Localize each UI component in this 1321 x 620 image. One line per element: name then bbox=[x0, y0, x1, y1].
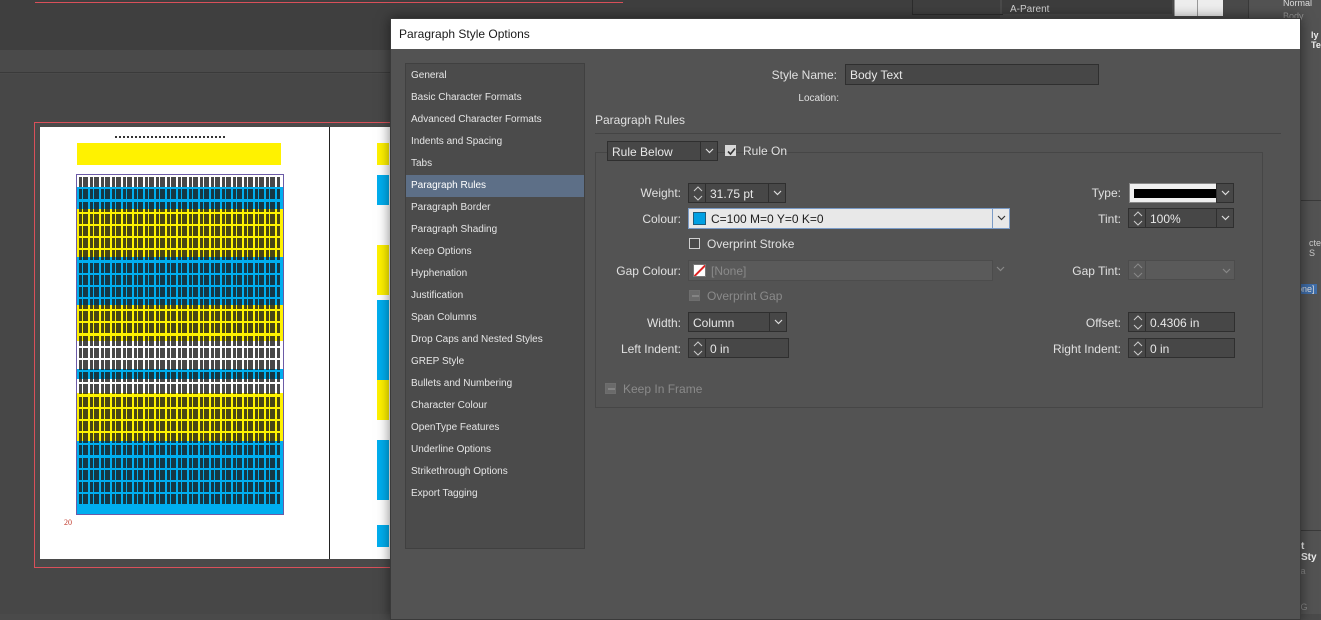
right-indent-stepper[interactable] bbox=[1128, 338, 1146, 358]
panel-heading: cter S bbox=[1309, 238, 1321, 258]
body-text-lines bbox=[79, 175, 281, 505]
tint-stepper[interactable] bbox=[1128, 208, 1146, 228]
category-keep-options[interactable]: Keep Options bbox=[406, 241, 584, 263]
keep-in-frame-label[interactable]: Keep In Frame bbox=[623, 382, 702, 396]
category-tabs[interactable]: Tabs bbox=[406, 153, 584, 175]
category-advanced-character-formats[interactable]: Advanced Character Formats bbox=[406, 109, 584, 131]
chevron-down-icon[interactable] bbox=[992, 260, 1010, 281]
styles-panel-item[interactable]: A-Parent bbox=[1010, 4, 1049, 15]
right-page-highlight bbox=[377, 300, 389, 380]
right-indent-label: Right Indent: bbox=[1052, 342, 1121, 356]
offset-label: Offset: bbox=[1085, 316, 1121, 330]
chevron-down-icon[interactable] bbox=[1216, 208, 1234, 228]
gap-colour-label: Gap Colour: bbox=[616, 264, 681, 278]
category-drop-caps[interactable]: Drop Caps and Nested Styles bbox=[406, 329, 584, 351]
right-page-highlight bbox=[377, 175, 389, 205]
category-paragraph-shading[interactable]: Paragraph Shading bbox=[406, 219, 584, 241]
spread-spine bbox=[329, 127, 330, 559]
styles-panel-swatch bbox=[1174, 0, 1223, 16]
gap-tint-input[interactable] bbox=[1145, 260, 1235, 280]
gap-colour-select[interactable]: [None] bbox=[688, 260, 993, 281]
width-label: Width: bbox=[646, 316, 681, 330]
right-page-highlight bbox=[377, 380, 389, 420]
overprint-stroke-label[interactable]: Overprint Stroke bbox=[707, 237, 794, 251]
type-select[interactable] bbox=[1129, 183, 1217, 203]
chevron-down-icon[interactable] bbox=[769, 312, 787, 332]
colour-select[interactable]: C=100 M=0 Y=0 K=0 bbox=[688, 208, 993, 229]
paragraph-style-options-dialog: Paragraph Style Options General Basic Ch… bbox=[390, 18, 1301, 620]
offset-stepper[interactable] bbox=[1128, 312, 1146, 332]
section-divider bbox=[595, 133, 1281, 134]
weight-stepper[interactable] bbox=[688, 183, 706, 203]
none-swatch-icon bbox=[693, 264, 706, 277]
category-underline-options[interactable]: Underline Options bbox=[406, 439, 584, 461]
dialog-titlebar[interactable]: Paragraph Style Options bbox=[391, 19, 1300, 49]
right-indent-input[interactable]: 0 in bbox=[1145, 338, 1235, 358]
category-paragraph-rules[interactable]: Paragraph Rules bbox=[406, 175, 584, 197]
rule-on-label[interactable]: Rule On bbox=[743, 144, 787, 158]
gap-tint-stepper[interactable] bbox=[1128, 260, 1146, 280]
colour-label: Colour: bbox=[642, 212, 681, 226]
panel-heading: t Sty bbox=[1301, 541, 1317, 563]
category-grep-style[interactable]: GREP Style bbox=[406, 351, 584, 373]
colour-value: C=100 M=0 Y=0 K=0 bbox=[711, 212, 824, 226]
rule-select[interactable]: Rule Below bbox=[607, 141, 701, 161]
category-paragraph-border[interactable]: Paragraph Border bbox=[406, 197, 584, 219]
body-text-frame[interactable] bbox=[76, 174, 284, 515]
rule-on-checkbox[interactable] bbox=[725, 145, 736, 156]
gap-colour-value: [None] bbox=[711, 264, 747, 278]
width-select[interactable]: Column bbox=[688, 312, 770, 332]
right-page-highlight bbox=[377, 143, 389, 165]
category-bullets-and-numbering[interactable]: Bullets and Numbering bbox=[406, 373, 584, 395]
chevron-down-icon[interactable] bbox=[992, 208, 1010, 229]
location-label: Location: bbox=[798, 93, 839, 104]
panel-edge bbox=[912, 0, 1003, 15]
section-title: Paragraph Rules bbox=[595, 113, 686, 127]
keep-in-frame-checkbox[interactable] bbox=[605, 383, 616, 394]
category-justification[interactable]: Justification bbox=[406, 285, 584, 307]
overprint-gap-checkbox[interactable] bbox=[689, 290, 700, 301]
chevron-down-icon[interactable] bbox=[700, 141, 718, 161]
header-highlight bbox=[77, 143, 281, 165]
left-indent-label: Left Indent: bbox=[620, 342, 681, 356]
dialog-title: Paragraph Style Options bbox=[399, 27, 530, 41]
category-span-columns[interactable]: Span Columns bbox=[406, 307, 584, 329]
overprint-gap-label[interactable]: Overprint Gap bbox=[707, 289, 782, 303]
category-indents-and-spacing[interactable]: Indents and Spacing bbox=[406, 131, 584, 153]
panel-style-item[interactable]: ly Te bbox=[1311, 30, 1321, 50]
left-indent-input[interactable]: 0 in bbox=[705, 338, 789, 358]
category-strikethrough-options[interactable]: Strikethrough Options bbox=[406, 461, 584, 483]
category-list: General Basic Character Formats Advanced… bbox=[405, 63, 585, 549]
chevron-down-icon[interactable] bbox=[768, 183, 786, 203]
category-basic-character-formats[interactable]: Basic Character Formats bbox=[406, 87, 584, 109]
solid-line-preview bbox=[1134, 189, 1216, 198]
category-character-colour[interactable]: Character Colour bbox=[406, 395, 584, 417]
tint-label: Tint: bbox=[1098, 212, 1121, 226]
offset-input[interactable]: 0.4306 in bbox=[1145, 312, 1235, 332]
right-page-highlight bbox=[377, 245, 389, 295]
overprint-stroke-checkbox[interactable] bbox=[689, 238, 700, 249]
category-export-tagging[interactable]: Export Tagging bbox=[406, 483, 584, 505]
chevron-down-icon[interactable] bbox=[1216, 183, 1234, 203]
type-label: Type: bbox=[1091, 186, 1121, 200]
category-hyphenation[interactable]: Hyphenation bbox=[406, 263, 584, 285]
colour-swatch bbox=[693, 212, 706, 225]
weight-label: Weight: bbox=[640, 186, 681, 200]
page-number: 20 bbox=[64, 518, 72, 527]
category-general[interactable]: General bbox=[406, 65, 584, 87]
panel-style-item[interactable]: Normal bbox=[1283, 0, 1312, 8]
gap-tint-label: Gap Tint: bbox=[1072, 264, 1121, 278]
category-opentype-features[interactable]: OpenType Features bbox=[406, 417, 584, 439]
weight-input[interactable]: 31.75 pt bbox=[705, 183, 769, 203]
tint-input[interactable]: 100% bbox=[1145, 208, 1217, 228]
page-guide bbox=[35, 0, 623, 3]
style-name-input[interactable]: Body Text bbox=[845, 64, 1099, 85]
left-indent-stepper[interactable] bbox=[688, 338, 706, 358]
style-name-label: Style Name: bbox=[771, 68, 837, 82]
right-page-highlight bbox=[377, 440, 389, 500]
canvas-divider bbox=[0, 72, 395, 73]
right-page-highlight bbox=[377, 525, 389, 547]
